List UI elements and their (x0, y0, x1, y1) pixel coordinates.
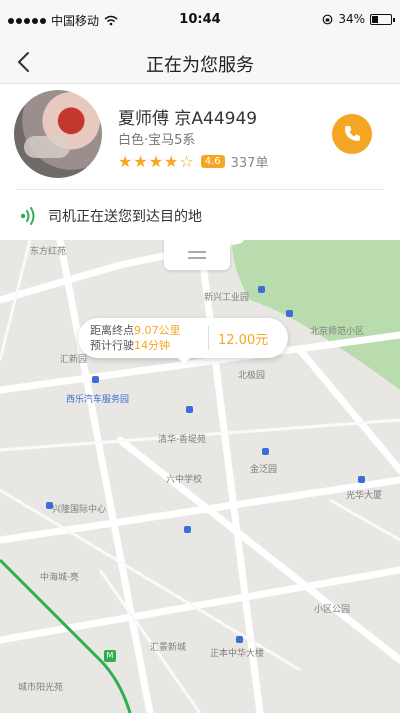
map-label: 汇新园 (60, 355, 88, 365)
bubble-pointer (176, 356, 192, 364)
nav-bar: 正在为您服务 (0, 40, 400, 84)
driver-avatar[interactable] (14, 90, 102, 178)
distance-value: 9.07公里 (134, 324, 181, 337)
distance-prefix: 距离终点 (90, 324, 134, 337)
orientation-lock-icon (322, 14, 333, 24)
poi-marker[interactable] (358, 476, 365, 483)
page-title: 正在为您服务 (146, 55, 254, 76)
trip-distance-time: 距离终点9.07公里 预计行驶14分钟 (90, 323, 181, 353)
map-label: 正本中华大楼 (210, 649, 265, 659)
map-label: 城市阳光苑 (18, 683, 64, 693)
map-label: 北极园 (238, 371, 266, 381)
driver-name-plate: 夏师傅 京A44949 (118, 109, 258, 129)
map-label: 西乐汽车服务园 (66, 395, 130, 405)
map-label: 北京师范小区 (310, 327, 365, 337)
map-label: 兴隆国际中心 (52, 505, 107, 515)
battery-percent: 34% (338, 12, 365, 26)
bubble-divider (208, 326, 209, 350)
poi-marker[interactable] (92, 376, 99, 383)
map-label: 汇景新城 (150, 643, 187, 653)
map-label: 光华大厦 (346, 491, 383, 501)
poi-marker[interactable] (186, 406, 193, 413)
poi-marker[interactable] (184, 526, 191, 533)
map-label: 小区公园 (314, 605, 351, 615)
status-right: 34% (322, 12, 395, 26)
poi-marker[interactable] (286, 310, 293, 317)
rating-score-badge: 4.6 (200, 155, 225, 168)
battery-icon (370, 13, 395, 25)
map-label: 六中学校 (166, 475, 203, 485)
subway-station-icon[interactable]: M (104, 650, 116, 662)
map-label: 清华·香堤苑 (158, 435, 206, 445)
call-driver-button[interactable] (332, 114, 372, 154)
car-description: 白色·宝马5系 (118, 133, 196, 148)
status-bar: 中国移动 10:44 34% (0, 0, 400, 40)
poi-marker[interactable] (262, 448, 269, 455)
trip-status-row: 司机正在送您到达目的地 (18, 205, 202, 227)
poi-marker[interactable] (258, 286, 265, 293)
order-count: 337单 (230, 156, 269, 171)
driver-card: 夏师傅 京A44949 白色·宝马5系 ★★★★☆ 4.6 337单 司机正在送… (0, 84, 400, 240)
phone-icon (345, 126, 360, 141)
duration-prefix: 预计行驶 (90, 339, 134, 352)
rating-row: ★★★★☆ 4.6 337单 (118, 152, 268, 171)
poi-marker[interactable] (236, 636, 243, 643)
app-root: 中国移动 10:44 34% 正在为您服务 夏师傅 京A44949 白色·宝马5… (0, 0, 400, 713)
map-view[interactable]: M 东方红苑 新兴工业园 汇新园 西乐汽车服务园 北极园 北京师范小区 清华·香… (0, 240, 400, 713)
rating-stars: ★★★★☆ (118, 152, 195, 171)
fare-price: 12.00元 (218, 333, 269, 348)
card-divider (16, 189, 384, 190)
map-label: 中海城·亮 (40, 573, 79, 583)
map-label: 东方红苑 (30, 247, 67, 257)
trip-info-bubble: 距离终点9.07公里 预计行驶14分钟 12.00元 (78, 318, 288, 364)
trip-status-text: 司机正在送您到达目的地 (48, 209, 202, 225)
duration-value: 14分钟 (134, 339, 170, 352)
map-drag-handle[interactable] (164, 240, 230, 270)
map-label: 金泛园 (250, 465, 278, 475)
map-label: 新兴工业园 (204, 293, 250, 303)
signal-waves-icon (20, 207, 35, 225)
